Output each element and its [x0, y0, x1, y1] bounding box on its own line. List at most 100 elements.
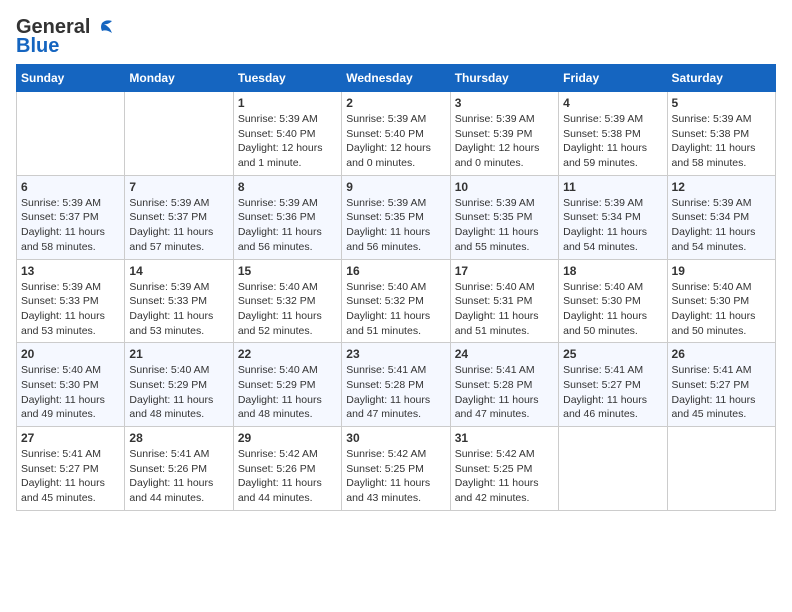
- day-info: Sunrise: 5:40 AM Sunset: 5:29 PM Dayligh…: [129, 363, 228, 422]
- calendar-header-row: SundayMondayTuesdayWednesdayThursdayFrid…: [17, 65, 776, 92]
- day-number: 30: [346, 431, 445, 445]
- day-number: 22: [238, 347, 337, 361]
- calendar-cell: [125, 92, 233, 176]
- calendar-cell: 21 Sunrise: 5:40 AM Sunset: 5:29 PM Dayli…: [125, 343, 233, 427]
- calendar-cell: 5 Sunrise: 5:39 AM Sunset: 5:38 PM Daylig…: [667, 92, 775, 176]
- day-number: 8: [238, 180, 337, 194]
- calendar-cell: 19 Sunrise: 5:40 AM Sunset: 5:30 PM Dayli…: [667, 259, 775, 343]
- calendar-cell: 6Sunrise: 5:39 AM Sunset: 5:37 PM Daylig…: [17, 175, 125, 259]
- calendar-cell: [667, 427, 775, 511]
- calendar-cell: [17, 92, 125, 176]
- day-number: 23: [346, 347, 445, 361]
- calendar-cell: 25Sunrise: 5:41 AM Sunset: 5:27 PM Dayli…: [559, 343, 667, 427]
- page-header: General Blue: [16, 16, 776, 58]
- calendar-cell: 4Sunrise: 5:39 AM Sunset: 5:38 PM Daylig…: [559, 92, 667, 176]
- calendar-cell: 1 Sunrise: 5:39 AM Sunset: 5:40 PM Daylig…: [233, 92, 341, 176]
- day-number: 15: [238, 264, 337, 278]
- day-info: Sunrise: 5:39 AM Sunset: 5:37 PM Dayligh…: [129, 196, 228, 255]
- day-number: 26: [672, 347, 771, 361]
- weekday-header: Sunday: [17, 65, 125, 92]
- day-number: 14: [129, 264, 228, 278]
- weekday-header: Thursday: [450, 65, 558, 92]
- day-number: 5: [672, 96, 771, 110]
- weekday-header: Monday: [125, 65, 233, 92]
- day-info: Sunrise: 5:41 AM Sunset: 5:27 PM Dayligh…: [672, 363, 771, 422]
- weekday-header: Saturday: [667, 65, 775, 92]
- day-number: 6: [21, 180, 120, 194]
- calendar-cell: 16 Sunrise: 5:40 AM Sunset: 5:32 PM Dayli…: [342, 259, 450, 343]
- calendar-cell: 17Sunrise: 5:40 AM Sunset: 5:31 PM Dayli…: [450, 259, 558, 343]
- calendar-cell: 28 Sunrise: 5:41 AM Sunset: 5:26 PM Dayli…: [125, 427, 233, 511]
- day-number: 21: [129, 347, 228, 361]
- day-number: 9: [346, 180, 445, 194]
- calendar-cell: 22 Sunrise: 5:40 AM Sunset: 5:29 PM Dayli…: [233, 343, 341, 427]
- day-number: 2: [346, 96, 445, 110]
- day-info: Sunrise: 5:42 AM Sunset: 5:25 PM Dayligh…: [455, 447, 554, 506]
- calendar-cell: 2Sunrise: 5:39 AM Sunset: 5:40 PM Daylig…: [342, 92, 450, 176]
- day-info: Sunrise: 5:41 AM Sunset: 5:27 PM Dayligh…: [21, 447, 120, 506]
- calendar-cell: 23 Sunrise: 5:41 AM Sunset: 5:28 PM Dayli…: [342, 343, 450, 427]
- calendar-week-row: 20Sunrise: 5:40 AM Sunset: 5:30 PM Dayli…: [17, 343, 776, 427]
- calendar-cell: 10 Sunrise: 5:39 AM Sunset: 5:35 PM Dayli…: [450, 175, 558, 259]
- day-info: Sunrise: 5:41 AM Sunset: 5:26 PM Dayligh…: [129, 447, 228, 506]
- logo-blue: Blue: [16, 35, 59, 58]
- calendar-cell: 26 Sunrise: 5:41 AM Sunset: 5:27 PM Dayli…: [667, 343, 775, 427]
- calendar-table: SundayMondayTuesdayWednesdayThursdayFrid…: [16, 64, 776, 511]
- day-number: 11: [563, 180, 662, 194]
- day-info: Sunrise: 5:40 AM Sunset: 5:30 PM Dayligh…: [563, 280, 662, 339]
- day-info: Sunrise: 5:39 AM Sunset: 5:34 PM Dayligh…: [563, 196, 662, 255]
- day-number: 28: [129, 431, 228, 445]
- calendar-cell: 27Sunrise: 5:41 AM Sunset: 5:27 PM Dayli…: [17, 427, 125, 511]
- logo-bird-icon: [92, 19, 114, 37]
- day-info: Sunrise: 5:39 AM Sunset: 5:35 PM Dayligh…: [455, 196, 554, 255]
- day-info: Sunrise: 5:39 AM Sunset: 5:36 PM Dayligh…: [238, 196, 337, 255]
- day-info: Sunrise: 5:41 AM Sunset: 5:28 PM Dayligh…: [455, 363, 554, 422]
- day-number: 10: [455, 180, 554, 194]
- calendar-cell: [559, 427, 667, 511]
- day-number: 3: [455, 96, 554, 110]
- calendar-cell: 18Sunrise: 5:40 AM Sunset: 5:30 PM Dayli…: [559, 259, 667, 343]
- day-number: 31: [455, 431, 554, 445]
- day-number: 4: [563, 96, 662, 110]
- day-info: Sunrise: 5:40 AM Sunset: 5:30 PM Dayligh…: [672, 280, 771, 339]
- weekday-header: Friday: [559, 65, 667, 92]
- calendar-cell: 20Sunrise: 5:40 AM Sunset: 5:30 PM Dayli…: [17, 343, 125, 427]
- calendar-cell: 11 Sunrise: 5:39 AM Sunset: 5:34 PM Dayli…: [559, 175, 667, 259]
- calendar-cell: 29Sunrise: 5:42 AM Sunset: 5:26 PM Dayli…: [233, 427, 341, 511]
- calendar-cell: 31 Sunrise: 5:42 AM Sunset: 5:25 PM Dayli…: [450, 427, 558, 511]
- day-number: 12: [672, 180, 771, 194]
- day-number: 29: [238, 431, 337, 445]
- calendar-cell: 24Sunrise: 5:41 AM Sunset: 5:28 PM Dayli…: [450, 343, 558, 427]
- day-info: Sunrise: 5:41 AM Sunset: 5:28 PM Dayligh…: [346, 363, 445, 422]
- calendar-cell: 12 Sunrise: 5:39 AM Sunset: 5:34 PM Dayli…: [667, 175, 775, 259]
- day-number: 16: [346, 264, 445, 278]
- day-info: Sunrise: 5:40 AM Sunset: 5:31 PM Dayligh…: [455, 280, 554, 339]
- logo: General Blue: [16, 16, 114, 58]
- calendar-cell: 13Sunrise: 5:39 AM Sunset: 5:33 PM Dayli…: [17, 259, 125, 343]
- day-number: 7: [129, 180, 228, 194]
- calendar-cell: 15 Sunrise: 5:40 AM Sunset: 5:32 PM Dayli…: [233, 259, 341, 343]
- day-info: Sunrise: 5:40 AM Sunset: 5:32 PM Dayligh…: [346, 280, 445, 339]
- calendar-cell: 9 Sunrise: 5:39 AM Sunset: 5:35 PM Daylig…: [342, 175, 450, 259]
- day-info: Sunrise: 5:39 AM Sunset: 5:34 PM Dayligh…: [672, 196, 771, 255]
- day-info: Sunrise: 5:40 AM Sunset: 5:32 PM Dayligh…: [238, 280, 337, 339]
- day-number: 19: [672, 264, 771, 278]
- calendar-cell: 7 Sunrise: 5:39 AM Sunset: 5:37 PM Daylig…: [125, 175, 233, 259]
- day-info: Sunrise: 5:39 AM Sunset: 5:40 PM Dayligh…: [238, 112, 337, 171]
- day-info: Sunrise: 5:41 AM Sunset: 5:27 PM Dayligh…: [563, 363, 662, 422]
- day-info: Sunrise: 5:39 AM Sunset: 5:35 PM Dayligh…: [346, 196, 445, 255]
- calendar-week-row: 27Sunrise: 5:41 AM Sunset: 5:27 PM Dayli…: [17, 427, 776, 511]
- weekday-header: Wednesday: [342, 65, 450, 92]
- calendar-cell: 8 Sunrise: 5:39 AM Sunset: 5:36 PM Daylig…: [233, 175, 341, 259]
- day-number: 13: [21, 264, 120, 278]
- calendar-week-row: 13Sunrise: 5:39 AM Sunset: 5:33 PM Dayli…: [17, 259, 776, 343]
- day-number: 1: [238, 96, 337, 110]
- calendar-cell: 30Sunrise: 5:42 AM Sunset: 5:25 PM Dayli…: [342, 427, 450, 511]
- day-info: Sunrise: 5:40 AM Sunset: 5:29 PM Dayligh…: [238, 363, 337, 422]
- day-info: Sunrise: 5:39 AM Sunset: 5:38 PM Dayligh…: [672, 112, 771, 171]
- calendar-cell: 3 Sunrise: 5:39 AM Sunset: 5:39 PM Daylig…: [450, 92, 558, 176]
- calendar-week-row: 6 Sunrise: 5:39 AM Sunset: 5:37 PM Daylig…: [17, 175, 776, 259]
- day-info: Sunrise: 5:39 AM Sunset: 5:39 PM Dayligh…: [455, 112, 554, 171]
- calendar-week-row: 1 Sunrise: 5:39 AM Sunset: 5:40 PM Daylig…: [17, 92, 776, 176]
- day-number: 20: [21, 347, 120, 361]
